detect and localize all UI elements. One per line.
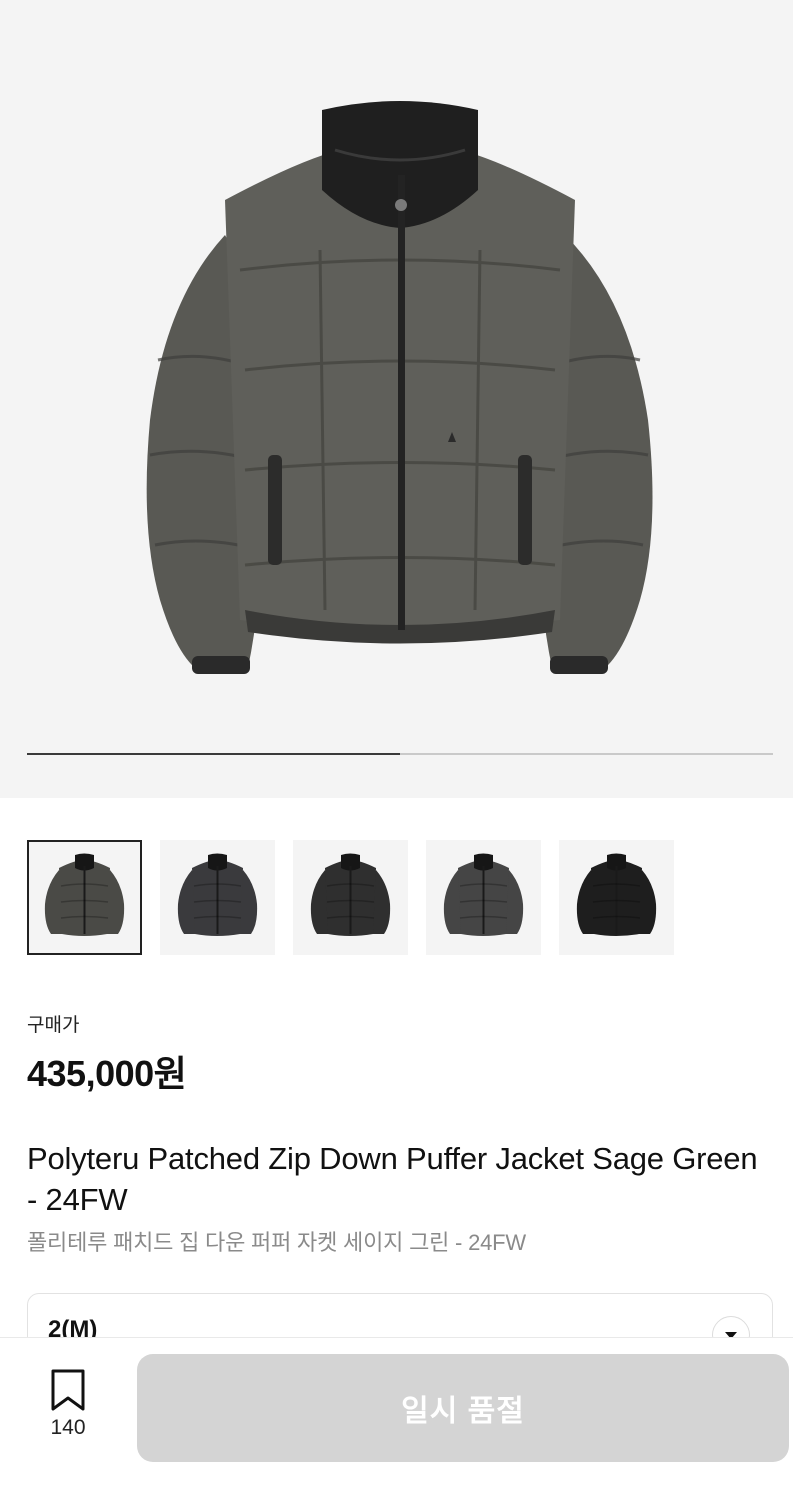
product-subtitle: 폴리테루 패치드 집 다운 퍼퍼 자켓 세이지 그린 - 24FW bbox=[27, 1230, 526, 1255]
thumbnail-jacket-image bbox=[177, 853, 258, 936]
bookmark-icon bbox=[51, 1369, 85, 1411]
thumbnail-3[interactable] bbox=[293, 840, 408, 955]
price-value: 435,000원 bbox=[27, 1053, 187, 1094]
gallery-progress-bar bbox=[27, 753, 773, 755]
product-jacket-image bbox=[146, 101, 653, 674]
thumbnail-5[interactable] bbox=[559, 840, 674, 955]
thumbnail-jacket-image bbox=[44, 853, 125, 936]
thumbnail-2[interactable] bbox=[160, 840, 275, 955]
product-image-gallery[interactable] bbox=[0, 0, 793, 798]
product-title: Polyteru Patched Zip Down Puffer Jacket … bbox=[27, 1141, 758, 1217]
price-label: 구매가 bbox=[27, 1015, 80, 1036]
bookmark-button[interactable]: 140 bbox=[40, 1368, 96, 1440]
gallery-progress-fill bbox=[27, 753, 400, 755]
bookmark-count: 140 bbox=[50, 1416, 86, 1439]
thumbnail-jacket-image bbox=[576, 853, 657, 936]
sold-out-button[interactable]: 일시 품절 bbox=[137, 1354, 789, 1462]
thumbnail-1[interactable] bbox=[27, 840, 142, 955]
thumbnail-strip bbox=[27, 840, 674, 955]
thumbnail-4[interactable] bbox=[426, 840, 541, 955]
thumbnail-jacket-image bbox=[310, 853, 391, 936]
thumbnail-jacket-image bbox=[443, 853, 524, 936]
